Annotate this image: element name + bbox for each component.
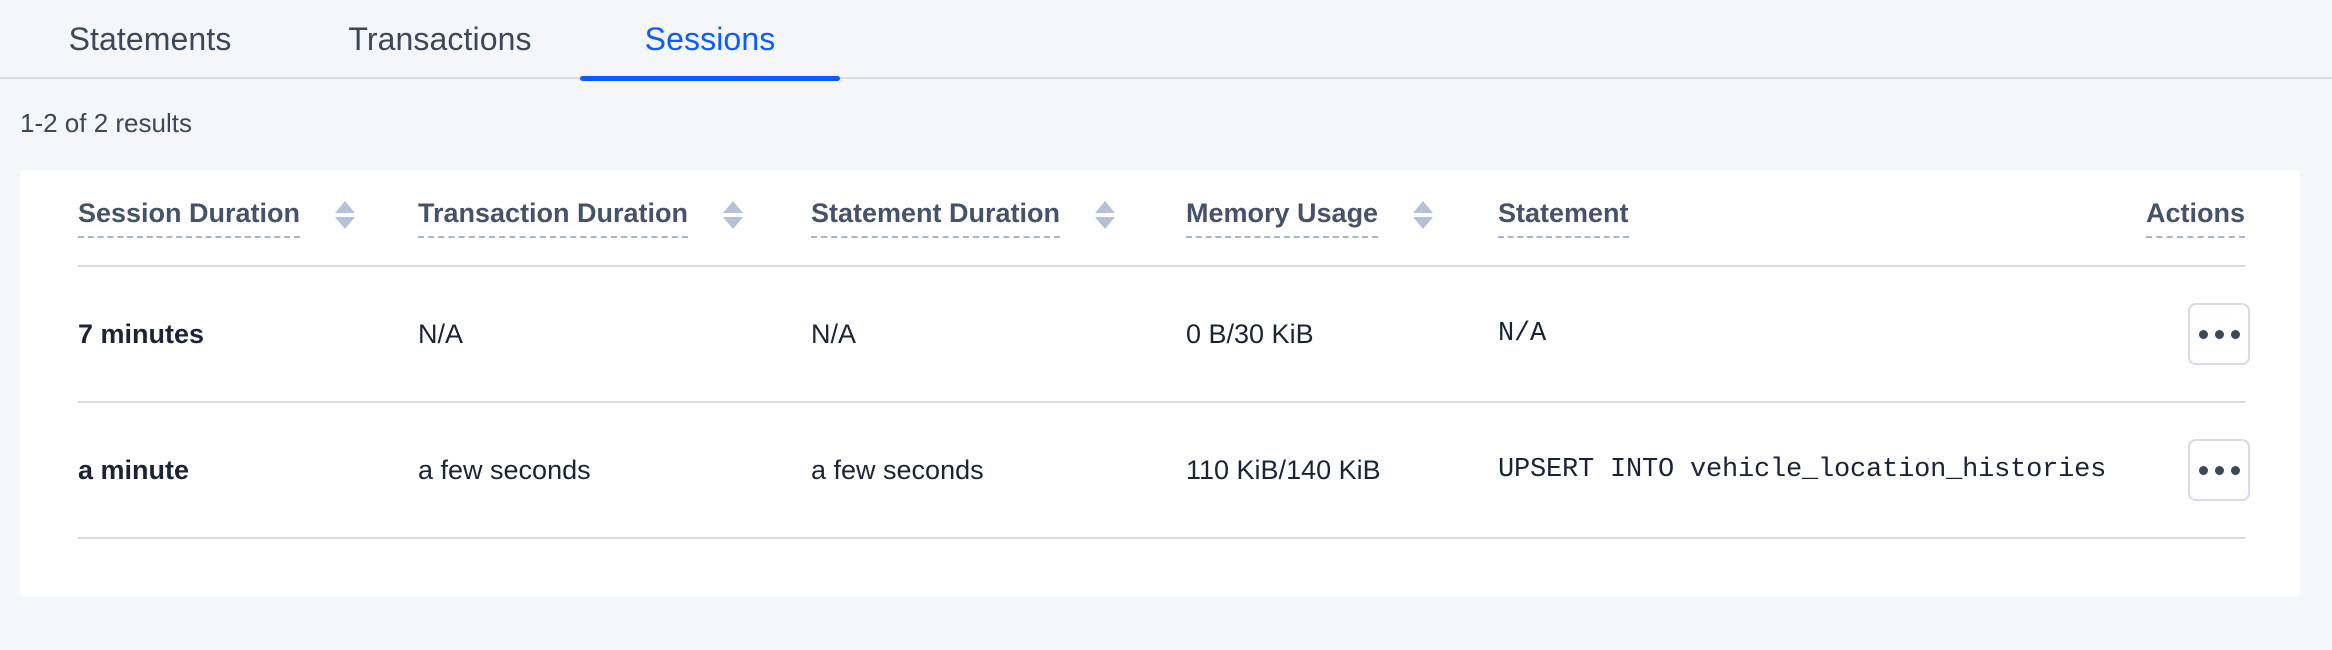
ellipsis-icon xyxy=(2231,466,2240,475)
sort-descending-arrow-icon xyxy=(723,217,743,229)
sort-icon-session-duration[interactable] xyxy=(335,201,355,229)
row-actions-menu-button[interactable] xyxy=(2188,439,2250,501)
table-row[interactable]: a minute a few seconds a few seconds 110… xyxy=(20,403,2300,537)
column-header-session-duration[interactable]: Session Duration xyxy=(78,170,418,265)
row-separator xyxy=(20,537,2300,539)
column-header-statement[interactable]: Statement xyxy=(1498,170,2188,265)
row-gutter-right xyxy=(2245,403,2300,537)
column-header-actions: Actions xyxy=(2188,170,2245,265)
column-header-memory-usage-label: Memory Usage xyxy=(1186,198,1378,238)
tab-sessions-label: Sessions xyxy=(645,21,776,58)
sort-icon-transaction-duration[interactable] xyxy=(723,201,743,229)
sort-descending-arrow-icon xyxy=(1413,217,1433,229)
sort-ascending-arrow-icon xyxy=(335,201,355,213)
sort-ascending-arrow-icon xyxy=(1095,201,1115,213)
row-gutter-right xyxy=(2245,267,2300,401)
sort-ascending-arrow-icon xyxy=(723,201,743,213)
sort-descending-arrow-icon xyxy=(335,217,355,229)
column-header-transaction-duration[interactable]: Transaction Duration xyxy=(418,170,811,265)
table-body: 7 minutes N/A N/A 0 B/30 KiB N/A xyxy=(20,267,2300,539)
ellipsis-icon xyxy=(2215,330,2224,339)
cell-session-duration: a minute xyxy=(78,403,418,537)
results-count: 1-2 of 2 results xyxy=(20,108,2332,139)
table-head: Session Duration Transaction Duration xyxy=(20,170,2300,267)
row-actions-menu-button[interactable] xyxy=(2188,303,2250,365)
sort-descending-arrow-icon xyxy=(1095,217,1115,229)
ellipsis-icon xyxy=(2231,330,2240,339)
cell-transaction-duration: a few seconds xyxy=(418,403,811,537)
column-header-statement-duration-label: Statement Duration xyxy=(811,198,1060,238)
sort-ascending-arrow-icon xyxy=(1413,201,1433,213)
cell-transaction-duration: N/A xyxy=(418,267,811,401)
sort-icon-statement-duration[interactable] xyxy=(1095,201,1115,229)
cell-actions xyxy=(2188,403,2245,537)
separator-gutter-left xyxy=(20,537,78,539)
column-header-memory-usage[interactable]: Memory Usage xyxy=(1186,170,1498,265)
ellipsis-icon xyxy=(2199,330,2208,339)
sessions-table-card: Session Duration Transaction Duration xyxy=(20,170,2300,597)
tab-statements-label: Statements xyxy=(69,21,232,58)
table-row[interactable]: 7 minutes N/A N/A 0 B/30 KiB N/A xyxy=(20,267,2300,401)
column-header-statement-duration[interactable]: Statement Duration xyxy=(811,170,1186,265)
tab-bar: Statements Transactions Sessions xyxy=(0,0,2332,79)
column-header-session-duration-label: Session Duration xyxy=(78,198,300,238)
cell-memory-usage: 0 B/30 KiB xyxy=(1186,267,1498,401)
spacer-left xyxy=(20,170,78,265)
cell-statement-duration: a few seconds xyxy=(811,403,1186,537)
cell-statement: N/A xyxy=(1498,267,2188,401)
cell-statement: UPSERT INTO vehicle_location_histories xyxy=(1498,403,2188,537)
ellipsis-icon xyxy=(2215,466,2224,475)
cell-session-duration: 7 minutes xyxy=(78,267,418,401)
table-header-row: Session Duration Transaction Duration xyxy=(20,170,2300,265)
column-header-statement-label: Statement xyxy=(1498,198,1629,238)
column-header-actions-label: Actions xyxy=(2146,198,2245,238)
cell-actions xyxy=(2188,267,2245,401)
cell-memory-usage: 110 KiB/140 KiB xyxy=(1186,403,1498,537)
tab-transactions[interactable]: Transactions xyxy=(300,0,580,79)
sort-icon-memory-usage[interactable] xyxy=(1413,201,1433,229)
cell-statement-duration: N/A xyxy=(811,267,1186,401)
row-divider xyxy=(78,537,2245,539)
tab-sessions[interactable]: Sessions xyxy=(580,0,840,79)
ellipsis-icon xyxy=(2199,466,2208,475)
separator-line-cell xyxy=(78,537,2245,539)
row-gutter-left xyxy=(20,267,78,401)
row-gutter-left xyxy=(20,403,78,537)
sessions-table: Session Duration Transaction Duration xyxy=(20,170,2300,539)
tab-transactions-label: Transactions xyxy=(348,21,531,58)
column-header-transaction-duration-label: Transaction Duration xyxy=(418,198,688,238)
tab-statements[interactable]: Statements xyxy=(0,0,300,79)
spacer-right xyxy=(2245,170,2300,265)
separator-gutter-right xyxy=(2245,537,2300,539)
